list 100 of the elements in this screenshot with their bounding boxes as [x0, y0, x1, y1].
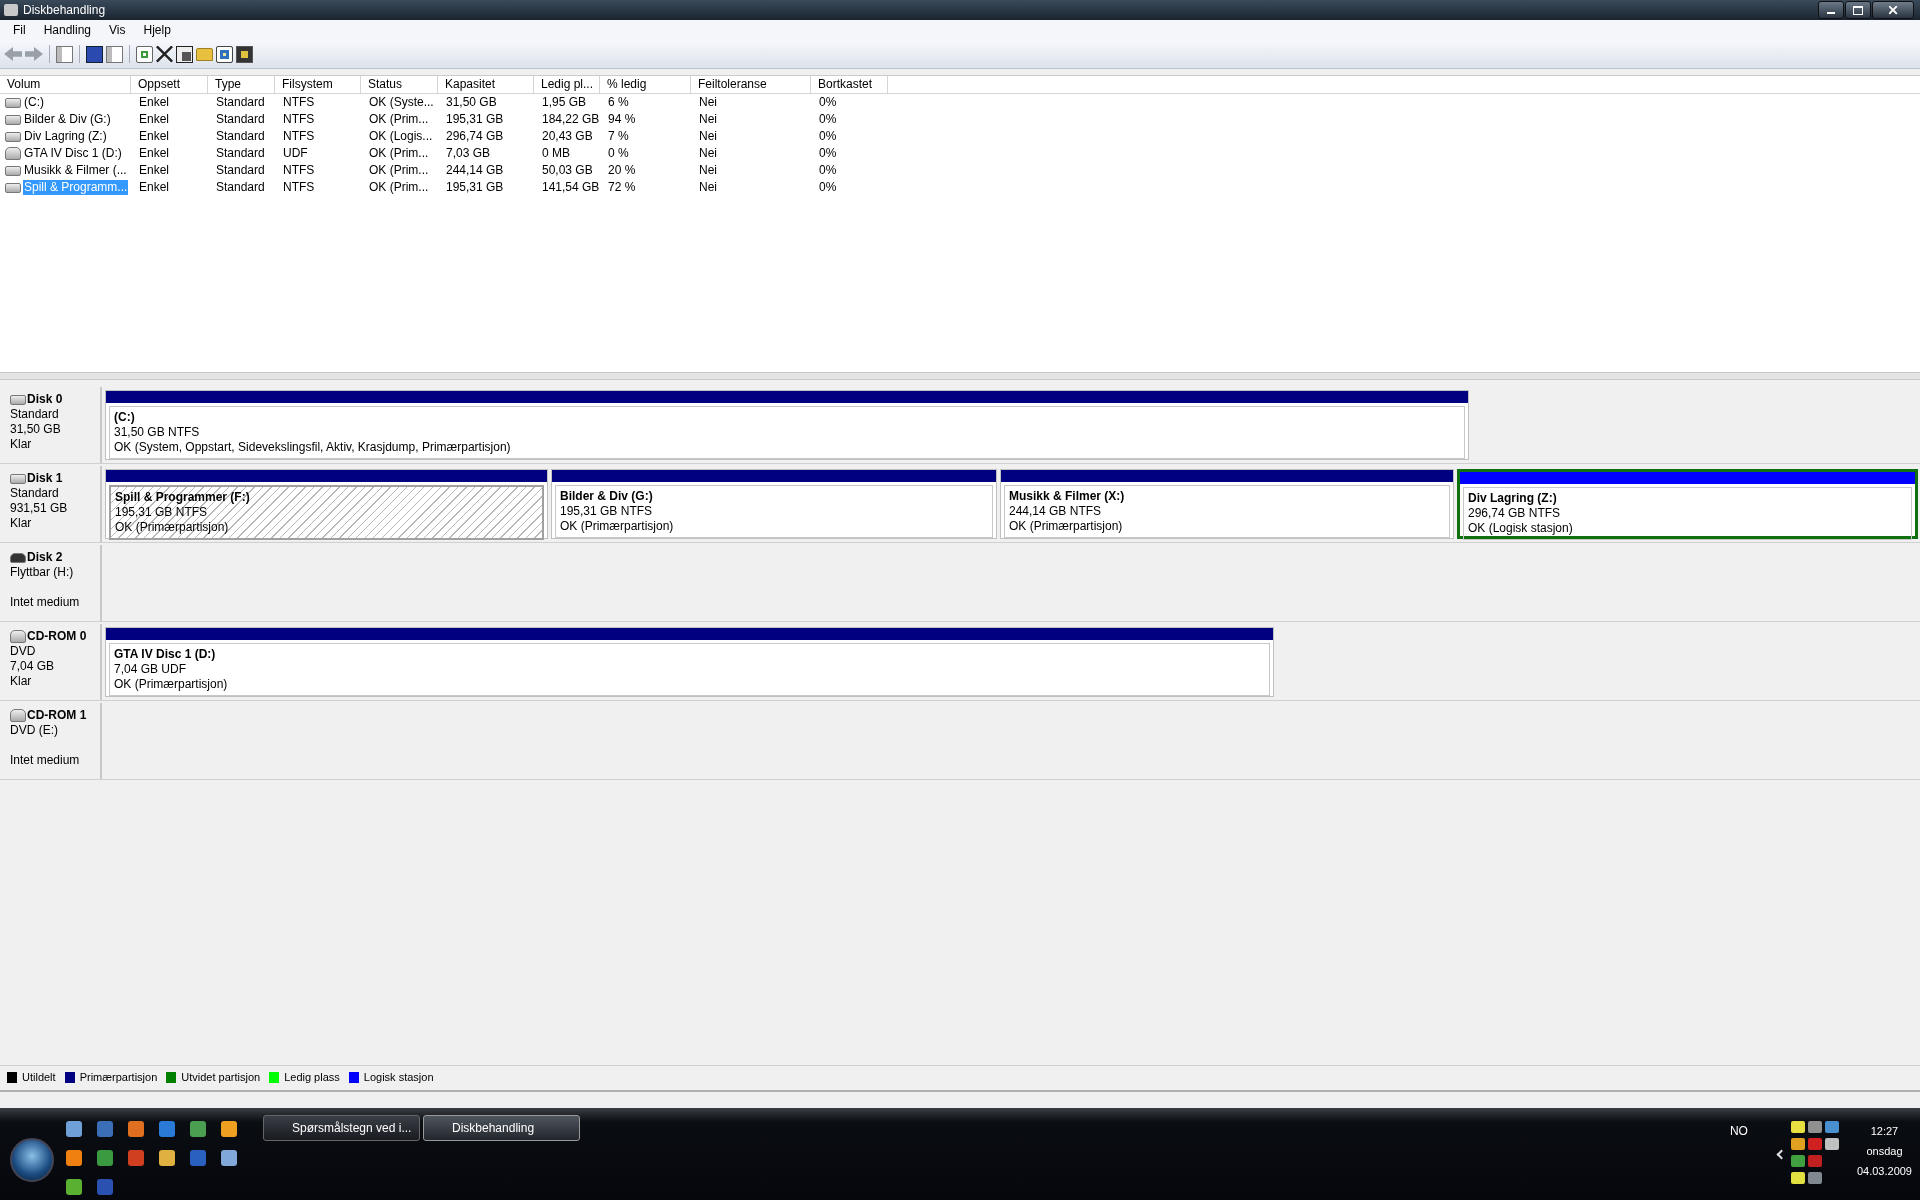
table-cell: 195,31 GB	[445, 180, 505, 195]
disk-status: Klar	[10, 437, 33, 452]
column-header[interactable]: Type	[208, 76, 275, 93]
drive-icon	[10, 552, 26, 563]
partition-block[interactable]: Div Lagring (Z:) 296,74 GB NTFS OK (Logisk stasjon)	[1457, 469, 1918, 539]
taskbar-button[interactable]: Spørsmålstegn ved i...	[263, 1115, 420, 1141]
partition-status: OK (Primærpartisjon)	[115, 520, 230, 535]
table-cell: 7 %	[607, 129, 630, 144]
partition-block[interactable]: GTA IV Disc 1 (D:) 7,04 GB UDF OK (Primærpartisjon)	[105, 627, 1274, 697]
table-cell: 0%	[818, 146, 838, 161]
cd-drive-icon	[10, 709, 26, 722]
partition-status: OK (Primærpartisjon)	[114, 677, 229, 692]
table-cell: NTFS	[282, 95, 316, 110]
delete-icon[interactable]	[156, 45, 173, 63]
table-cell: 0%	[818, 112, 838, 127]
partition-block[interactable]: Bilder & Div (G:) 195,31 GB NTFS OK (Primærpartisjon)	[551, 469, 997, 539]
partition-name: (C:)	[114, 410, 136, 425]
column-header[interactable]: Ledig pl...	[534, 76, 600, 93]
disk-label-panel[interactable]: CD-ROM 0 DVD 7,04 GB Klar	[0, 624, 102, 700]
column-header[interactable]: Bortkastet	[811, 76, 888, 93]
disk-type: DVD	[10, 644, 37, 659]
legend-label: Logisk stasjon	[363, 1071, 434, 1083]
table-cell: NTFS	[282, 180, 316, 195]
disk-type: Standard	[10, 486, 60, 501]
disk-size: 931,51 GB	[10, 501, 69, 516]
partition-block[interactable]: Spill & Programmer (F:) 195,31 GB NTFS OK (Primærpartisjon)	[105, 469, 548, 539]
disk-name: Disk 2	[27, 550, 63, 565]
table-cell: Nei	[698, 112, 718, 127]
drive-icon	[10, 394, 26, 405]
disk-type: Flyttbar (H:)	[10, 565, 75, 580]
partition-size: 296,74 GB NTFS	[1468, 506, 1562, 521]
table-cell: OK (Prim...	[368, 112, 430, 127]
partition-size: 195,31 GB NTFS	[115, 505, 209, 520]
partition-name: Musikk & Filmer (X:)	[1009, 489, 1126, 504]
legend-label: Utvidet partisjon	[181, 1071, 261, 1083]
volume-name[interactable]: Bilder & Div (G:)	[23, 112, 112, 127]
disk-type: Standard	[10, 407, 60, 422]
panel-icon[interactable]	[106, 45, 123, 63]
menu-item[interactable]: Vis	[100, 23, 135, 37]
table-cell: Standard	[215, 180, 266, 195]
clock-time: 12:27	[1870, 1125, 1899, 1137]
volume-name[interactable]: Div Lagring (Z:)	[23, 129, 108, 144]
minimize-button[interactable]	[1818, 1, 1844, 19]
partition-status: OK (Primærpartisjon)	[1009, 519, 1124, 534]
column-header[interactable]: Feiltoleranse	[691, 76, 811, 93]
column-header[interactable]: Volum	[0, 76, 131, 93]
column-header[interactable]: Filsystem	[275, 76, 361, 93]
disk-size: 7,04 GB	[10, 659, 56, 674]
clock[interactable]: 12:27 onsdag 04.03.2009	[1856, 1121, 1912, 1177]
partition-status: OK (System, Oppstart, Sidevekslingsfil, Aktiv, Krasjdump, Primærpartisjon)	[114, 440, 512, 455]
column-header[interactable]: % ledig	[600, 76, 691, 93]
table-cell: Standard	[215, 146, 266, 161]
disk-status: Klar	[10, 516, 33, 531]
table-cell: 20,43 GB	[541, 129, 594, 144]
menu-item[interactable]: Fil	[4, 23, 35, 37]
volume-name[interactable]: (C:)	[23, 95, 45, 110]
column-header[interactable]: Kapasitet	[438, 76, 534, 93]
disk-name: Disk 0	[27, 392, 63, 407]
partition-size: 31,50 GB NTFS	[114, 425, 201, 440]
table-cell: 296,74 GB	[445, 129, 505, 144]
disk-label-panel[interactable]: Disk 1 Standard 931,51 GB Klar	[0, 466, 102, 542]
partition-size: 195,31 GB NTFS	[560, 504, 654, 519]
disk-label-panel[interactable]: Disk 0 Standard 31,50 GB Klar	[0, 387, 102, 463]
table-cell: 6 %	[607, 95, 630, 110]
table-cell: 141,54 GB	[541, 180, 601, 195]
table-cell: 31,50 GB	[445, 95, 498, 110]
close-button[interactable]	[1872, 1, 1914, 19]
table-cell: 184,22 GB	[541, 112, 601, 127]
disk-label-panel[interactable]: CD-ROM 1 DVD (E:) Intet medium	[0, 703, 102, 779]
panel-icon[interactable]	[56, 45, 73, 63]
disk-size: 31,50 GB	[10, 422, 62, 437]
clock-day: onsdag	[1866, 1145, 1903, 1157]
partition-status: OK (Logisk stasjon)	[1468, 521, 1574, 536]
maximize-button[interactable]	[1845, 1, 1871, 19]
volume-name[interactable]: GTA IV Disc 1 (D:)	[23, 146, 123, 161]
partition-block[interactable]: (C:) 31,50 GB NTFS OK (System, Oppstart, Sidevekslingsfil, Aktiv, Krasjdump, Primærpartisjon)	[105, 390, 1469, 460]
menu-item[interactable]: Hjelp	[134, 23, 180, 37]
disk-label-panel[interactable]: Disk 2 Flyttbar (H:) Intet medium	[0, 545, 102, 621]
table-cell: 50,03 GB	[541, 163, 594, 178]
drive-icon	[5, 131, 21, 142]
start-button[interactable]	[10, 1138, 54, 1182]
table-cell: OK (Prim...	[368, 180, 430, 195]
table-cell: OK (Prim...	[368, 146, 430, 161]
disk-status: Klar	[10, 674, 33, 689]
taskbar-button[interactable]: Diskbehandling	[423, 1115, 580, 1141]
partition-block[interactable]: Musikk & Filmer (X:) 244,14 GB NTFS OK (Primærpartisjon)	[1000, 469, 1454, 539]
clock-date: 04.03.2009	[1856, 1165, 1912, 1177]
column-header[interactable]: Oppsett	[131, 76, 208, 93]
menu-item[interactable]: Handling	[34, 23, 101, 37]
volume-name[interactable]: Musikk & Filmer (...	[23, 163, 128, 178]
drive-icon	[5, 114, 21, 125]
table-cell: Nei	[698, 163, 718, 178]
partition-name: GTA IV Disc 1 (D:)	[114, 647, 217, 662]
disk-name: CD-ROM 1	[27, 708, 87, 723]
disk-type: DVD (E:)	[10, 723, 59, 738]
language-indicator[interactable]: NO	[1729, 1124, 1748, 1138]
table-cell: Enkel	[138, 180, 171, 195]
table-cell: Enkel	[138, 163, 171, 178]
table-cell: Enkel	[138, 129, 171, 144]
column-header[interactable]: Status	[361, 76, 438, 93]
